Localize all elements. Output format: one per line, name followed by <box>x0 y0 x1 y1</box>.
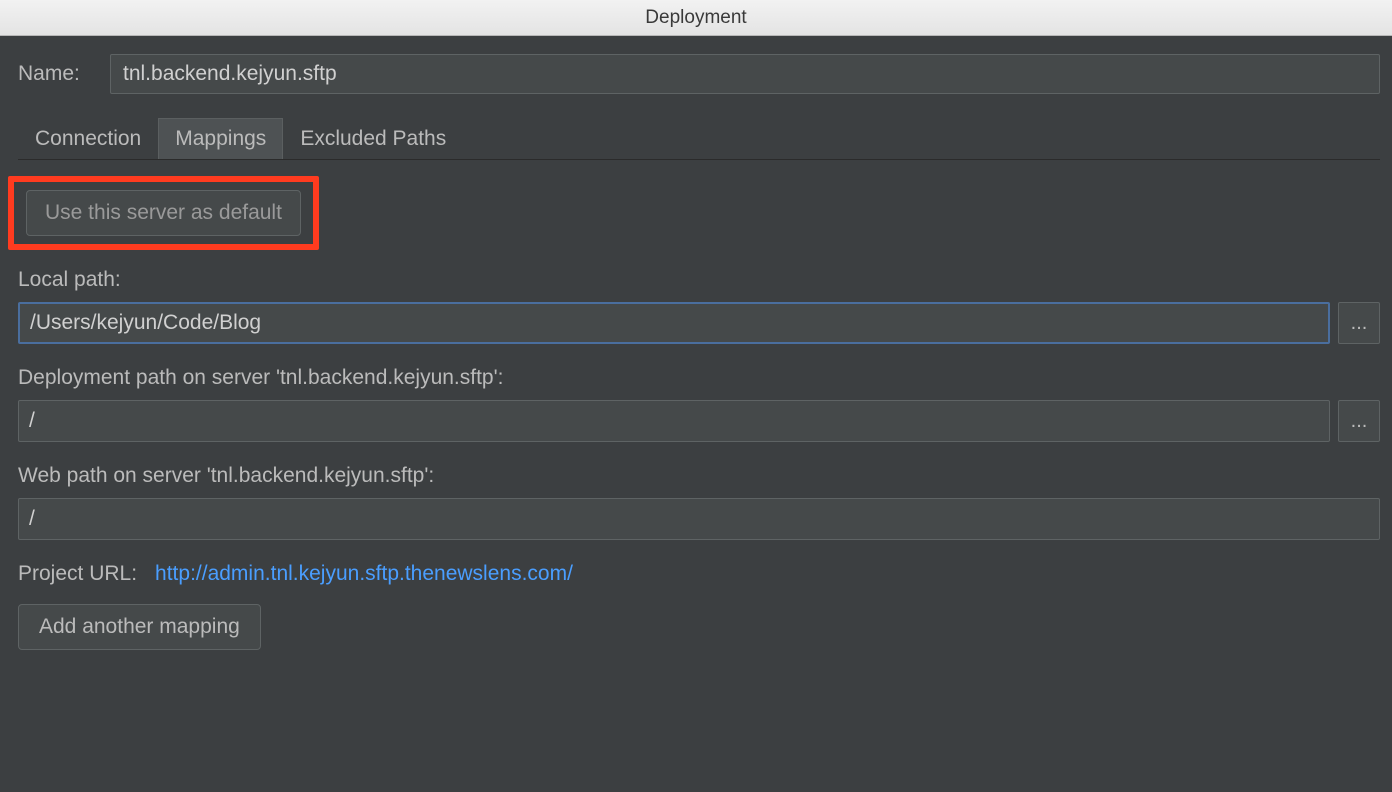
tabs: Connection Mappings Excluded Paths <box>18 118 1380 160</box>
local-path-browse-button[interactable]: ... <box>1338 302 1380 344</box>
web-path-input[interactable] <box>18 498 1380 540</box>
use-server-default-button[interactable]: Use this server as default <box>26 190 301 236</box>
local-path-input[interactable] <box>18 302 1330 344</box>
web-path-label: Web path on server 'tnl.backend.kejyun.s… <box>18 464 1380 488</box>
local-path-label: Local path: <box>18 268 1380 292</box>
deployment-path-row: ... <box>18 400 1380 442</box>
project-url-row: Project URL: http://admin.tnl.kejyun.sft… <box>18 562 1380 586</box>
web-path-row <box>18 498 1380 540</box>
add-another-mapping-button[interactable]: Add another mapping <box>18 604 261 650</box>
tab-mappings[interactable]: Mappings <box>158 118 283 159</box>
tab-excluded-paths[interactable]: Excluded Paths <box>283 118 463 159</box>
name-row: Name: <box>18 54 1380 94</box>
window-titlebar: Deployment <box>0 0 1392 36</box>
dialog-content: Name: Connection Mappings Excluded Paths… <box>0 36 1392 662</box>
window-title: Deployment <box>645 7 746 29</box>
local-path-row: ... <box>18 302 1380 344</box>
project-url-link[interactable]: http://admin.tnl.kejyun.sftp.thenewslens… <box>155 562 573 586</box>
deployment-path-label: Deployment path on server 'tnl.backend.k… <box>18 366 1380 390</box>
tab-content-mappings: Use this server as default Local path: .… <box>18 160 1380 650</box>
deployment-path-browse-button[interactable]: ... <box>1338 400 1380 442</box>
name-label: Name: <box>18 62 92 86</box>
deployment-path-input[interactable] <box>18 400 1330 442</box>
tab-connection[interactable]: Connection <box>18 118 158 159</box>
highlight-annotation: Use this server as default <box>8 176 319 250</box>
name-input[interactable] <box>110 54 1380 94</box>
project-url-label: Project URL: <box>18 562 137 586</box>
